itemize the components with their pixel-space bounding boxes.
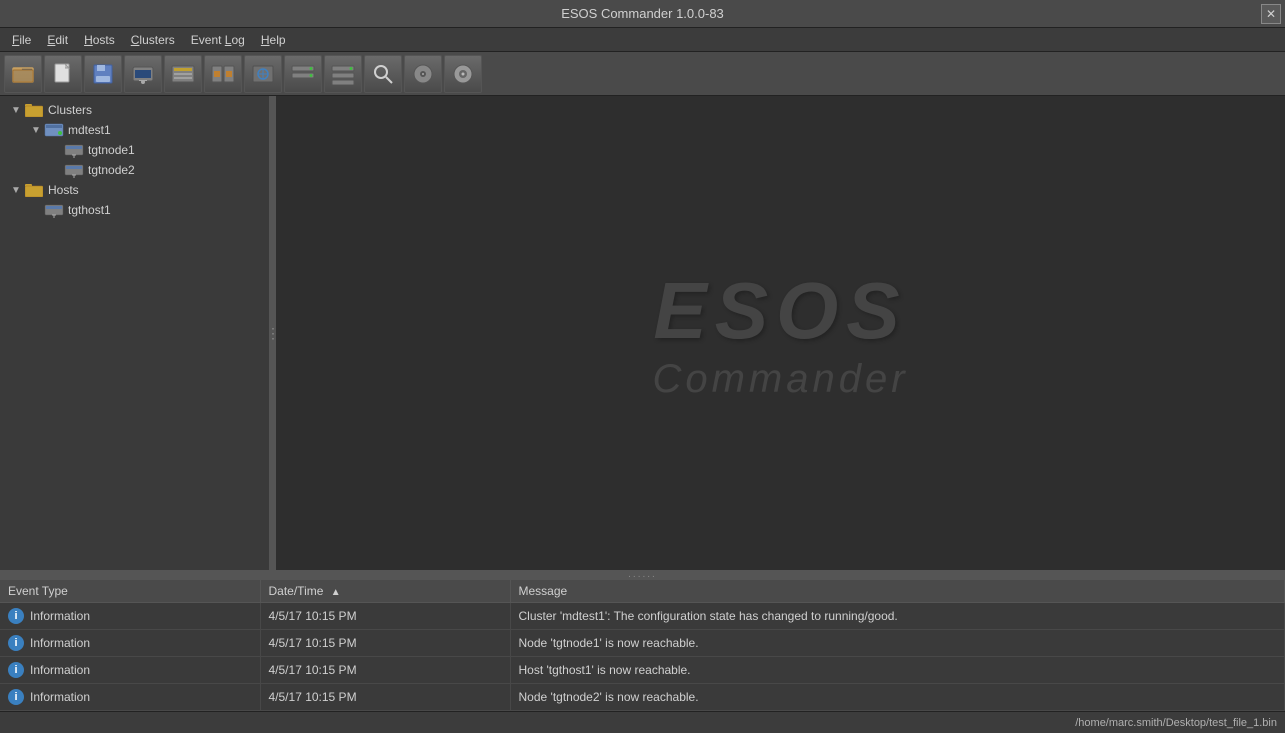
tree-node-tgthost1[interactable]: ▶ tgthost1: [0, 200, 269, 220]
toolbar-btn-host[interactable]: [124, 55, 162, 93]
tree-arrow-clusters: ▼: [8, 102, 24, 118]
host-icon-tgthost1: [44, 202, 64, 218]
toolbar-btn-config1[interactable]: [164, 55, 202, 93]
folder-icon-hosts: [24, 182, 44, 198]
event-message-2: Node 'tgtnode1' is now reachable.: [510, 630, 1285, 657]
event-type-cell-1: i Information: [0, 603, 260, 630]
tree-panel: ▼ Clusters ▼: [0, 96, 270, 570]
toolbar-btn-open[interactable]: [4, 55, 42, 93]
toolbar-btn-cluster[interactable]: [284, 55, 322, 93]
event-datetime-2: 4/5/17 10:15 PM: [260, 630, 510, 657]
toolbar-btn-network[interactable]: [244, 55, 282, 93]
menu-help[interactable]: Help: [253, 31, 294, 49]
event-datetime-1: 4/5/17 10:15 PM: [260, 603, 510, 630]
menu-file[interactable]: File: [4, 31, 39, 49]
menu-bar: File Edit Hosts Clusters Event Log Help: [0, 28, 1285, 52]
toolbar-btn-save[interactable]: [84, 55, 122, 93]
logo-commander: Commander: [652, 357, 908, 402]
info-icon-2: i: [8, 635, 24, 651]
event-message-1: Cluster 'mdtest1': The configuration sta…: [510, 603, 1285, 630]
event-type-cell-3: i Information: [0, 657, 260, 684]
toolbar-btn-disk[interactable]: [404, 55, 442, 93]
event-log-panel: Event Type Date/Time ▲ Message i Informa…: [0, 578, 1285, 711]
event-type-label-1: Information: [30, 609, 90, 623]
tree-node-tgtnode1[interactable]: ▶ tgtnode1: [0, 140, 269, 160]
tree-node-tgtnode2[interactable]: ▶ tgtnode2: [0, 160, 269, 180]
toolbar-btn-search[interactable]: [364, 55, 402, 93]
cluster-icon-mdtest1: [44, 122, 64, 138]
main-content: ▼ Clusters ▼: [0, 96, 1285, 711]
toolbar-btn-config2[interactable]: [204, 55, 242, 93]
col-header-message[interactable]: Message: [510, 580, 1285, 603]
upper-area: ▼ Clusters ▼: [0, 96, 1285, 570]
event-message-4: Node 'tgtnode2' is now reachable.: [510, 684, 1285, 711]
event-datetime-3: 4/5/17 10:15 PM: [260, 657, 510, 684]
event-row-2[interactable]: i Information 4/5/17 10:15 PMNode 'tgtno…: [0, 630, 1285, 657]
title-bar: ESOS Commander 1.0.0-83 ✕: [0, 0, 1285, 28]
menu-edit[interactable]: Edit: [39, 31, 76, 49]
close-button[interactable]: ✕: [1261, 4, 1281, 24]
toolbar-btn-new[interactable]: [44, 55, 82, 93]
tree-label-mdtest1: mdtest1: [68, 123, 111, 137]
folder-icon-clusters: [24, 102, 44, 118]
tree-label-hosts: Hosts: [48, 183, 79, 197]
sort-arrow-datetime: ▲: [331, 587, 341, 598]
event-log-body: i Information 4/5/17 10:15 PMCluster 'md…: [0, 603, 1285, 711]
splitter-handle[interactable]: [0, 570, 1285, 578]
event-row-1[interactable]: i Information 4/5/17 10:15 PMCluster 'md…: [0, 603, 1285, 630]
toolbar: [0, 52, 1285, 96]
tree-label-tgthost1: tgthost1: [68, 203, 111, 217]
event-type-label-3: Information: [30, 663, 90, 677]
event-type-cell-4: i Information: [0, 684, 260, 711]
node-icon-tgtnode1: [64, 142, 84, 158]
menu-event-log[interactable]: Event Log: [183, 31, 253, 49]
tree-node-mdtest1[interactable]: ▼ mdtest1: [0, 120, 269, 140]
menu-hosts[interactable]: Hosts: [76, 31, 123, 49]
col-header-event-type[interactable]: Event Type: [0, 580, 260, 603]
event-row-4[interactable]: i Information 4/5/17 10:15 PMNode 'tgtno…: [0, 684, 1285, 711]
tree-node-clusters[interactable]: ▼ Clusters: [0, 100, 269, 120]
info-icon-3: i: [8, 662, 24, 678]
event-table-header: Event Type Date/Time ▲ Message: [0, 580, 1285, 603]
event-message-3: Host 'tgthost1' is now reachable.: [510, 657, 1285, 684]
event-row-3[interactable]: i Information 4/5/17 10:15 PMHost 'tgtho…: [0, 657, 1285, 684]
logo-panel: ESOS Commander: [276, 96, 1285, 570]
title-bar-text: ESOS Commander 1.0.0-83: [561, 6, 724, 21]
event-type-label-4: Information: [30, 690, 90, 704]
tree-label-tgtnode1: tgtnode1: [88, 143, 135, 157]
event-type-label-2: Information: [30, 636, 90, 650]
info-icon-1: i: [8, 608, 24, 624]
event-datetime-4: 4/5/17 10:15 PM: [260, 684, 510, 711]
toolbar-btn-connect[interactable]: [324, 55, 362, 93]
event-table: Event Type Date/Time ▲ Message i Informa…: [0, 580, 1285, 711]
toolbar-btn-optical[interactable]: [444, 55, 482, 93]
status-text: /home/marc.smith/Desktop/test_file_1.bin: [1075, 717, 1277, 729]
logo-esos: ESOS: [653, 265, 907, 357]
tree-label-tgtnode2: tgtnode2: [88, 163, 135, 177]
node-icon-tgtnode2: [64, 162, 84, 178]
tree-arrow-mdtest1: ▼: [28, 122, 44, 138]
col-header-datetime[interactable]: Date/Time ▲: [260, 580, 510, 603]
tree-label-clusters: Clusters: [48, 103, 92, 117]
tree-arrow-hosts: ▼: [8, 182, 24, 198]
tree-node-hosts[interactable]: ▼ Hosts: [0, 180, 269, 200]
logo-container: ESOS Commander: [652, 265, 908, 402]
info-icon-4: i: [8, 689, 24, 705]
status-bar: /home/marc.smith/Desktop/test_file_1.bin: [0, 711, 1285, 733]
menu-clusters[interactable]: Clusters: [123, 31, 183, 49]
event-type-cell-2: i Information: [0, 630, 260, 657]
